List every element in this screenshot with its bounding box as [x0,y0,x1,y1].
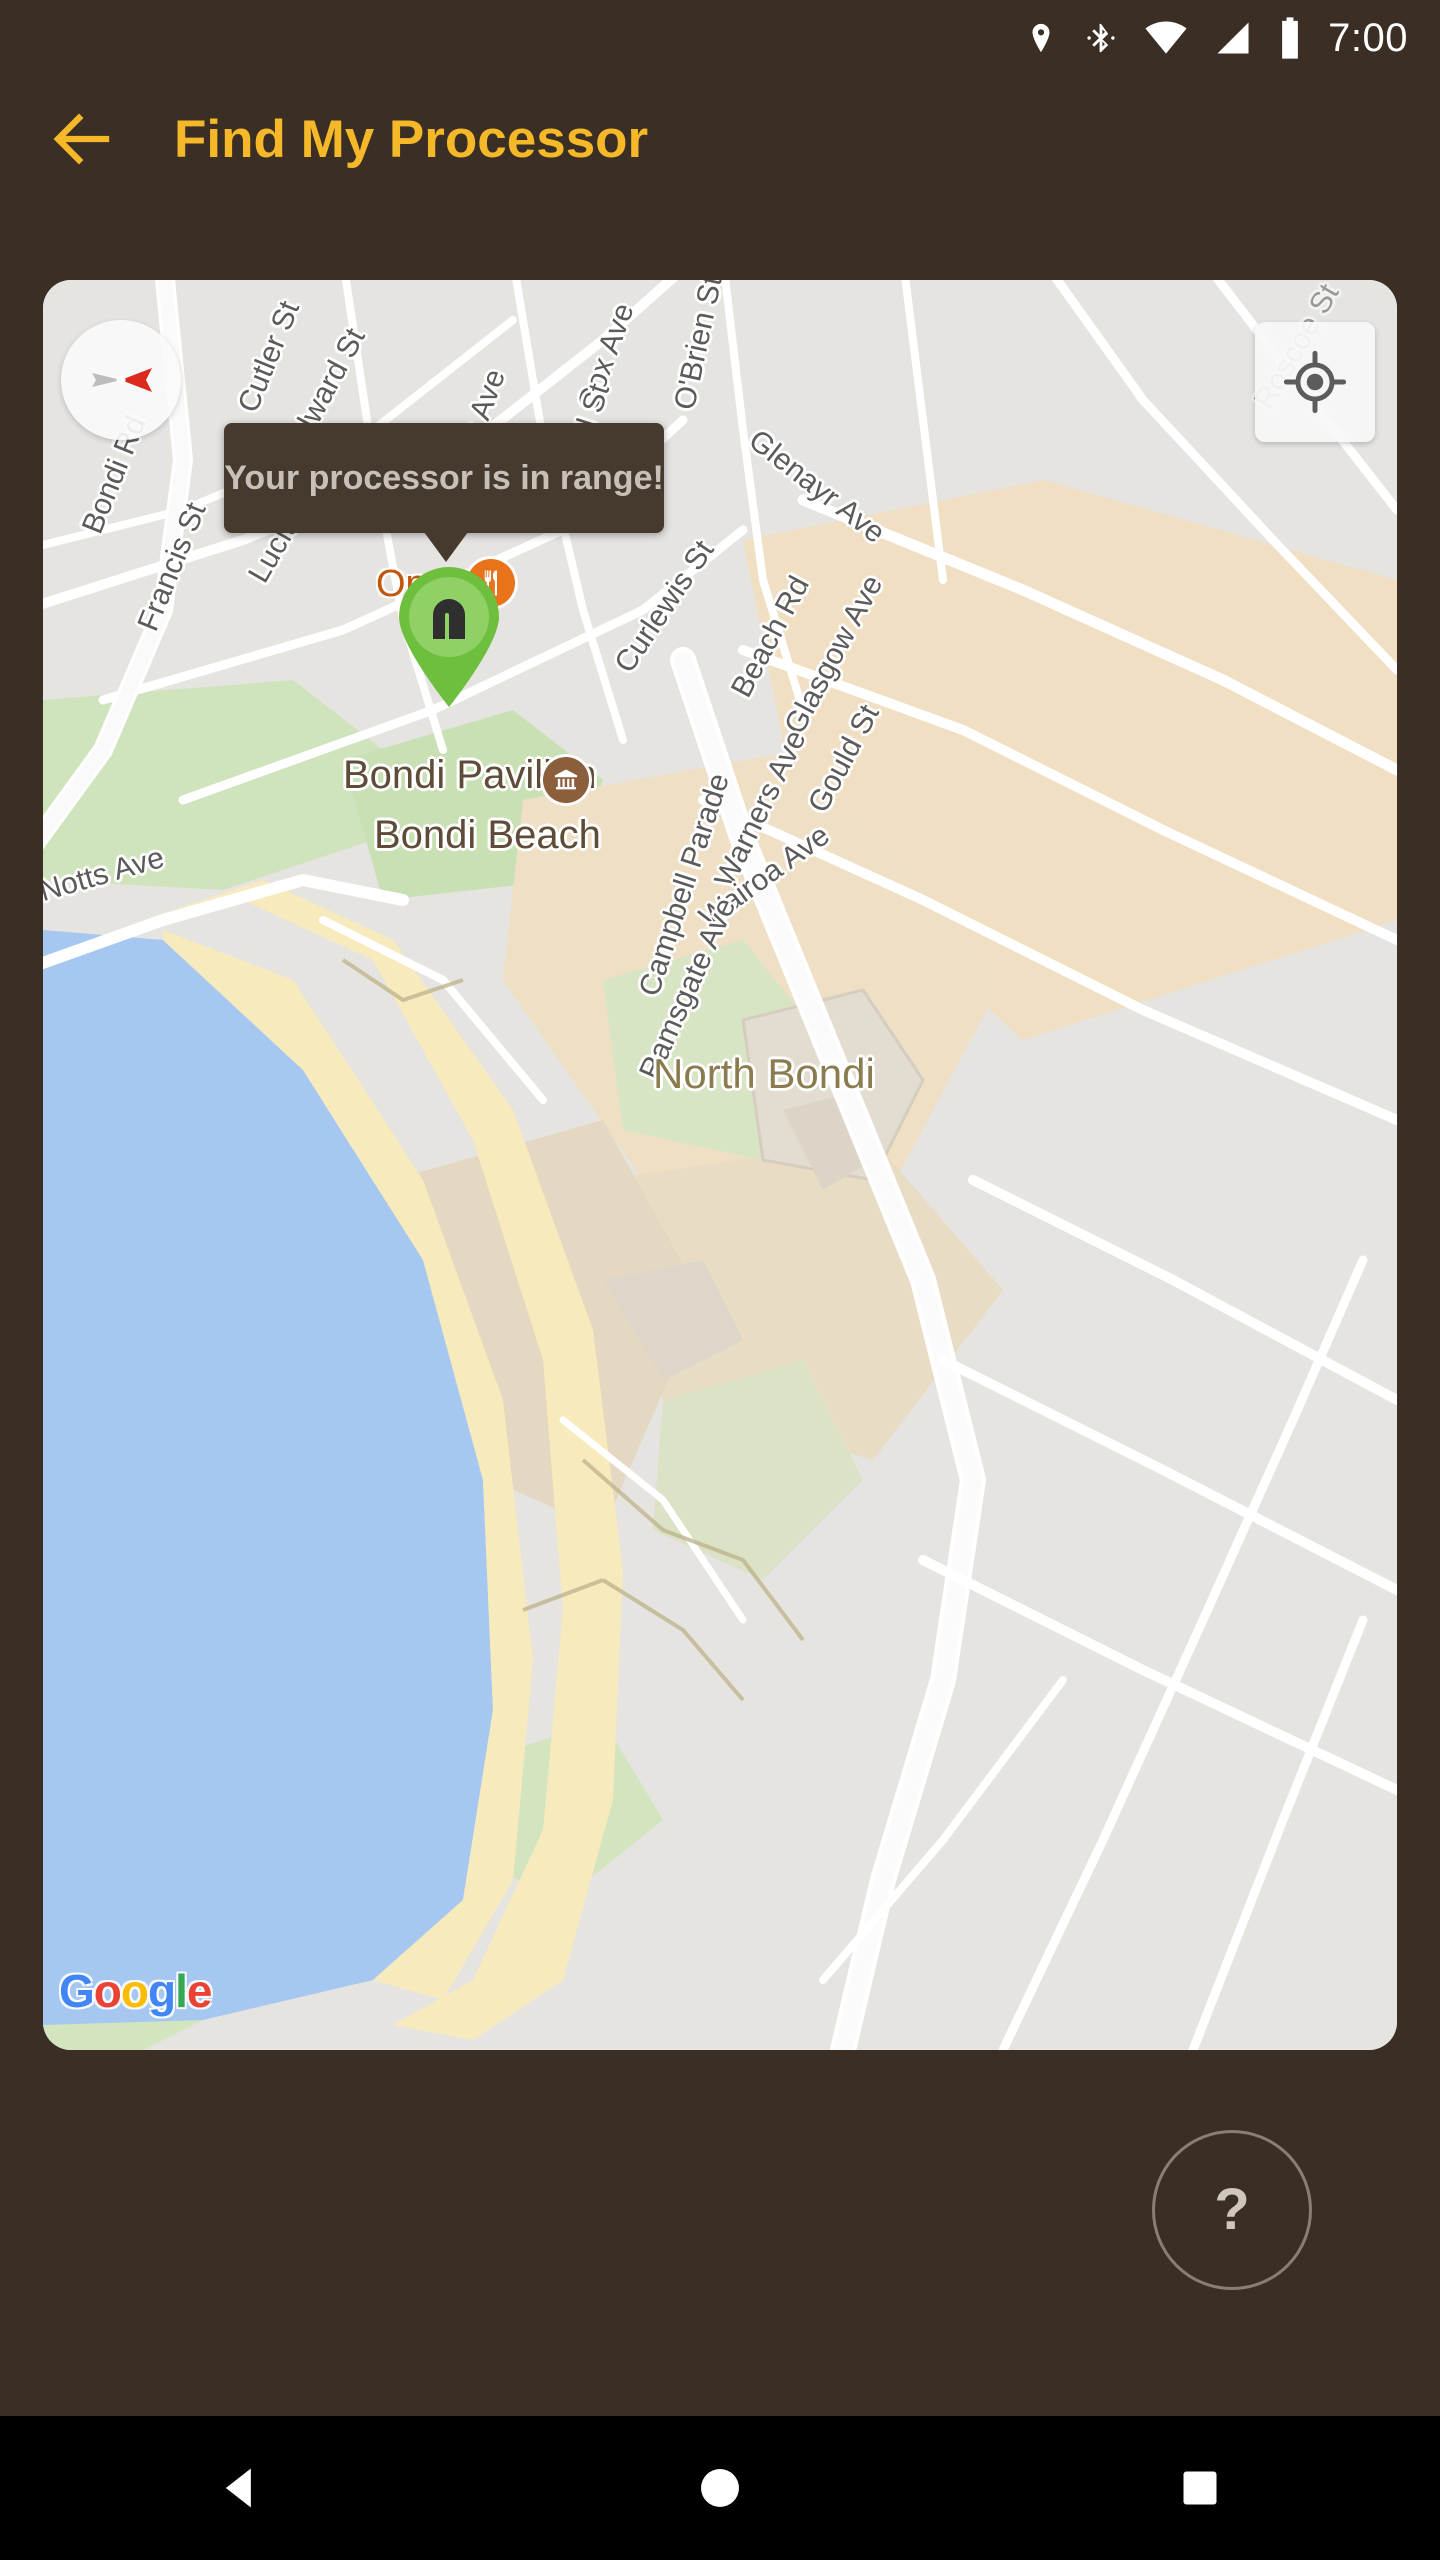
recents-nav-button[interactable] [1100,2416,1300,2560]
google-letter-o1: o [93,1965,122,2017]
home-nav-button[interactable] [620,2416,820,2560]
compass-icon[interactable] [61,320,181,440]
info-window-tail [424,532,468,562]
circle-home-icon [701,2469,739,2507]
back-arrow-icon [53,113,110,165]
bluetooth-icon [1087,23,1115,53]
google-letter-o2: o [120,1965,149,2017]
cellular-signal-icon [1217,22,1249,54]
page-title: Find My Processor [174,109,649,169]
help-button-label: ? [1214,2177,1250,2242]
map-container[interactable]: Cutler St Edward St Cox Ave O'Brien St R… [43,280,1397,2050]
help-button[interactable]: ? [1152,2130,1312,2290]
google-letter-e: e [186,1965,213,2017]
google-letter-g1: G [59,1965,95,2017]
location-icon [1032,23,1050,53]
map-canvas [43,280,1397,2050]
system-navigation-bar [0,2416,1440,2560]
google-letter-g2: g [148,1965,176,2017]
square-recents-icon [1183,2471,1217,2505]
status-bar-clock: 7:00 [1328,16,1408,60]
app-bar: Find My Processor [0,76,1440,202]
info-window[interactable]: Your processor is in range! [224,423,664,533]
back-button[interactable] [26,83,138,195]
app-screen: 7:00 Find My Processor Cutler St Edward … [0,0,1440,2560]
back-nav-button[interactable] [140,2416,340,2560]
my-location-crosshair-icon [1283,350,1347,414]
my-location-button[interactable] [1255,322,1375,442]
processor-marker[interactable] [395,565,503,707]
battery-icon [1282,17,1299,59]
google-watermark[interactable]: Google [59,1964,213,2018]
status-bar: 7:00 [0,0,1440,76]
google-letter-l: l [175,1965,188,2017]
info-window-text: Your processor is in range! [224,458,664,497]
triangle-back-icon [225,2468,251,2508]
wifi-icon [1145,21,1187,54]
